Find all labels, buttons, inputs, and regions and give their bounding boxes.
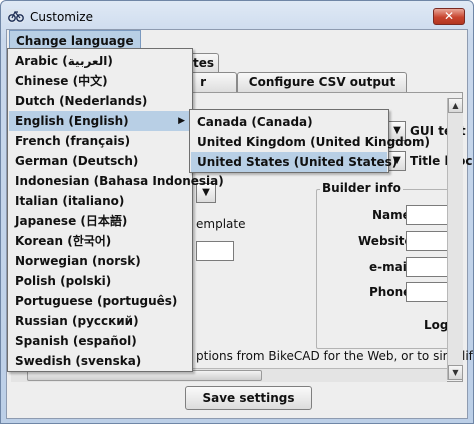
close-icon: ✕	[443, 9, 455, 23]
menu-item-united-kingdom[interactable]: United Kingdom (United Kingdom)	[191, 132, 430, 152]
menu-item-polish[interactable]: Polish (polski)	[9, 271, 191, 291]
email-label: e-mail	[369, 260, 411, 274]
menu-item-portuguese[interactable]: Portuguese (português)	[9, 291, 191, 311]
menu-item-korean[interactable]: Korean (한국어)	[9, 231, 191, 251]
vertical-scrollbar[interactable]: ▲ ▼	[447, 98, 463, 380]
menu-item-indonesian[interactable]: Indonesian (Bahasa Indonesia)	[9, 171, 224, 191]
name-label: Name	[372, 208, 411, 222]
website-field[interactable]	[406, 231, 452, 251]
submenu-arrow-icon: ▶	[178, 116, 185, 126]
menu-item-canada[interactable]: Canada (Canada)	[191, 112, 387, 132]
chevron-down-icon: ▼	[202, 187, 210, 198]
menu-item-chinese[interactable]: Chinese (中文)	[9, 71, 191, 91]
menu-item-dutch[interactable]: Dutch (Nederlands)	[9, 91, 191, 111]
tab-configure-csv[interactable]: Configure CSV output	[237, 72, 407, 92]
menu-item-arabic[interactable]: Arabic (العربية)	[9, 51, 191, 71]
window-title: Customize	[30, 10, 93, 24]
close-button[interactable]: ✕	[433, 8, 465, 25]
title-bar[interactable]: Customize ✕	[1, 1, 473, 29]
menu-item-french[interactable]: French (français)	[9, 131, 191, 151]
menu-item-english[interactable]: English (English) ▶	[9, 111, 191, 131]
title-block-label: Title bloc	[410, 154, 473, 168]
arrow-down-icon: ▼	[452, 368, 459, 377]
menu-item-spanish[interactable]: Spanish (español)	[9, 331, 191, 351]
english-submenu: Canada (Canada) United Kingdom (United K…	[189, 109, 430, 173]
save-settings-button[interactable]: Save settings	[185, 386, 312, 410]
phone-label: Phone	[369, 285, 412, 299]
template-label: emplate	[196, 217, 246, 231]
menu-item-norwegian[interactable]: Norwegian (norsk)	[9, 251, 191, 271]
phone-field[interactable]	[406, 282, 452, 302]
menu-item-japanese[interactable]: Japanese (日本語)	[9, 211, 191, 231]
menu-bar: Change language	[7, 30, 467, 50]
change-language-menu[interactable]: Change language	[9, 30, 141, 50]
website-label: Website	[358, 234, 413, 248]
email-field[interactable]	[406, 257, 452, 277]
menu-item-swedish[interactable]: Swedish (svenska)	[9, 351, 191, 371]
arrow-up-icon: ▲	[452, 101, 459, 110]
menu-item-russian[interactable]: Russian (русский)	[9, 311, 191, 331]
menu-item-german[interactable]: German (Deutsch)	[9, 151, 191, 171]
menu-item-united-states[interactable]: United States (United States)	[191, 152, 397, 172]
name-field[interactable]	[406, 205, 452, 225]
menu-item-italian[interactable]: Italian (italiano)	[9, 191, 191, 211]
language-menu: Arabic (العربية) Chinese (中文) Dutch (Ned…	[7, 48, 224, 372]
builder-info-title: Builder info	[320, 181, 403, 195]
options-text: ptions from BikeCAD for the Web, or to s…	[196, 349, 474, 363]
template-field[interactable]	[196, 241, 234, 261]
bike-icon	[8, 9, 24, 23]
scroll-up-button[interactable]: ▲	[448, 98, 463, 113]
scroll-down-button[interactable]: ▼	[448, 365, 463, 380]
